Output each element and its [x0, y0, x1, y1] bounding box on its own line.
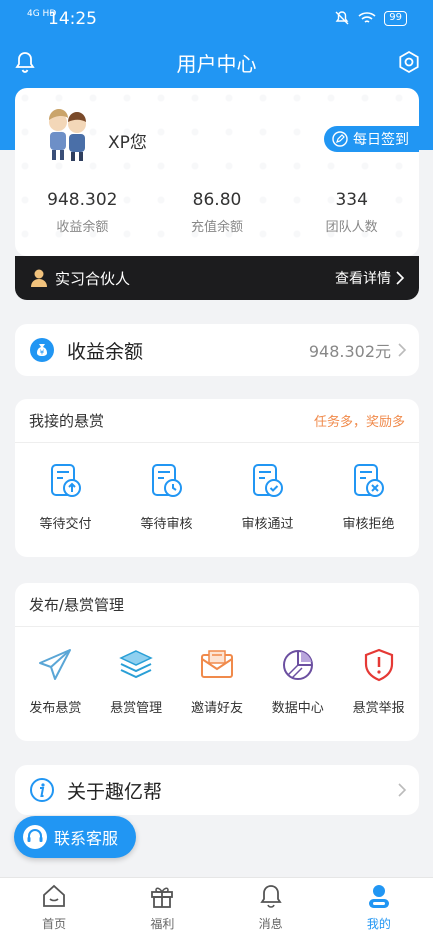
waiting-delivery-item[interactable]: 等待交付	[26, 463, 106, 532]
publish-reward-item[interactable]: 发布悬赏	[15, 647, 95, 716]
mail-invite-icon	[200, 650, 233, 678]
item-label: 邀请好友	[190, 701, 243, 716]
section-title: 发布/悬赏管理	[29, 596, 125, 614]
publish-management-section: 发布/悬赏管理 发布悬赏 悬赏管理 邀请好友 数据中心 悬赏举报	[15, 583, 419, 741]
stat-value: 86.80	[192, 190, 242, 210]
paper-plane-icon	[39, 649, 72, 680]
doc-upload-icon	[50, 464, 81, 497]
user-icon	[368, 885, 389, 908]
partner-label: 实习合伙人	[55, 269, 131, 288]
item-label: 悬赏管理	[110, 701, 163, 716]
about-label: 关于趣亿帮	[67, 780, 163, 803]
tab-mine[interactable]: 我的	[325, 878, 433, 935]
publish-grid: 发布悬赏 悬赏管理 邀请好友 数据中心 悬赏举报	[15, 627, 419, 716]
headset-icon	[23, 825, 47, 849]
doc-check-icon	[252, 464, 283, 497]
svg-text:¥: ¥	[40, 349, 45, 357]
partner-bar[interactable]: 实习合伙人 查看详情	[15, 256, 419, 300]
layers-icon	[119, 650, 153, 679]
stat-value: 334	[335, 190, 368, 210]
gift-icon	[151, 887, 174, 908]
item-label: 发布悬赏	[29, 701, 82, 716]
my-rewards-section: 我接的悬赏 任务多，奖励多 等待交付 等待审核 审核通过 审核拒绝	[15, 399, 419, 557]
section-header: 发布/悬赏管理	[15, 583, 419, 627]
stats-row: 948.302 收益余额 86.80 充值余额 334 团队人数	[15, 190, 419, 235]
status-time: 14:25	[48, 9, 97, 29]
chevron-right-icon	[396, 271, 405, 285]
income-balance-row[interactable]: ¥ 收益余额 948.302元	[15, 324, 419, 376]
reward-management-item[interactable]: 悬赏管理	[96, 647, 176, 716]
service-label: 联系客服	[54, 829, 119, 848]
item-label: 悬赏举报	[352, 701, 405, 716]
battery-indicator: 99	[384, 10, 407, 26]
pie-chart-icon	[282, 650, 313, 680]
waiting-review-item[interactable]: 等待审核	[127, 463, 207, 532]
review-passed-item[interactable]: 审核通过	[228, 463, 308, 532]
doc-clock-icon	[151, 464, 182, 497]
profile-card: XP您 每日签到 948.302 收益余额 86.80 充值余额 334 团队人…	[15, 88, 419, 256]
review-rejected-item[interactable]: 审核拒绝	[329, 463, 409, 532]
balance-amount: 948.302元	[308, 342, 391, 361]
section-header: 我接的悬赏 任务多，奖励多	[15, 399, 419, 443]
avatar[interactable]	[39, 106, 97, 164]
bottom-tab-bar: 首页 福利 消息 我的	[0, 877, 433, 935]
gear-icon[interactable]	[397, 50, 421, 74]
chevron-right-icon	[398, 343, 407, 357]
chevron-right-icon	[398, 783, 407, 797]
reward-status-grid: 等待交付 等待审核 审核通过 审核拒绝	[15, 443, 419, 532]
daily-checkin-button[interactable]: 每日签到	[324, 126, 419, 152]
contact-service-button[interactable]: 联系客服	[14, 816, 136, 858]
home-icon	[43, 884, 66, 907]
page-title: 用户中心	[176, 52, 257, 76]
stat-income-balance[interactable]: 948.302 收益余额	[15, 190, 150, 235]
status-bar: 4G HD 14:25 99	[0, 0, 433, 38]
section-title: 我接的悬赏	[29, 412, 105, 430]
item-label: 审核拒绝	[342, 517, 395, 532]
item-label: 等待交付	[39, 517, 92, 532]
mute-icon	[335, 11, 349, 25]
balance-label: 收益余额	[67, 340, 144, 363]
section-hint: 任务多，奖励多	[313, 415, 405, 430]
stat-recharge-balance[interactable]: 86.80 充值余额	[150, 190, 285, 235]
item-label: 审核通过	[241, 517, 294, 532]
wifi-icon	[358, 12, 376, 23]
stat-team-size[interactable]: 334 团队人数	[284, 190, 419, 235]
item-label: 等待审核	[140, 517, 193, 532]
user-icon	[31, 269, 47, 287]
stat-label: 收益余额	[56, 220, 109, 235]
tab-label: 消息	[258, 917, 283, 931]
bell-icon	[259, 885, 282, 908]
money-bag-icon: ¥	[30, 338, 54, 362]
about-row[interactable]: 关于趣亿帮	[15, 765, 419, 815]
doc-reject-icon	[353, 464, 384, 497]
username: XP您	[108, 133, 147, 153]
edit-icon	[332, 131, 348, 147]
stat-label: 充值余额	[191, 220, 244, 235]
invite-friends-item[interactable]: 邀请好友	[177, 647, 257, 716]
tab-welfare[interactable]: 福利	[108, 878, 216, 935]
tab-home[interactable]: 首页	[0, 878, 108, 935]
checkin-label: 每日签到	[353, 132, 409, 148]
shield-alert-icon	[364, 648, 393, 682]
tab-messages[interactable]: 消息	[217, 878, 325, 935]
report-reward-item[interactable]: 悬赏举报	[339, 647, 419, 716]
tab-label: 首页	[42, 917, 67, 931]
partner-detail-link[interactable]: 查看详情	[335, 268, 391, 288]
tab-label: 福利	[150, 917, 175, 931]
stat-label: 团队人数	[325, 220, 378, 235]
stat-value: 948.302	[47, 190, 118, 210]
tab-label: 我的	[366, 917, 391, 931]
data-center-item[interactable]: 数据中心	[258, 647, 338, 716]
info-icon	[30, 778, 54, 802]
item-label: 数据中心	[271, 701, 324, 716]
app-header: 用户中心	[0, 42, 433, 82]
